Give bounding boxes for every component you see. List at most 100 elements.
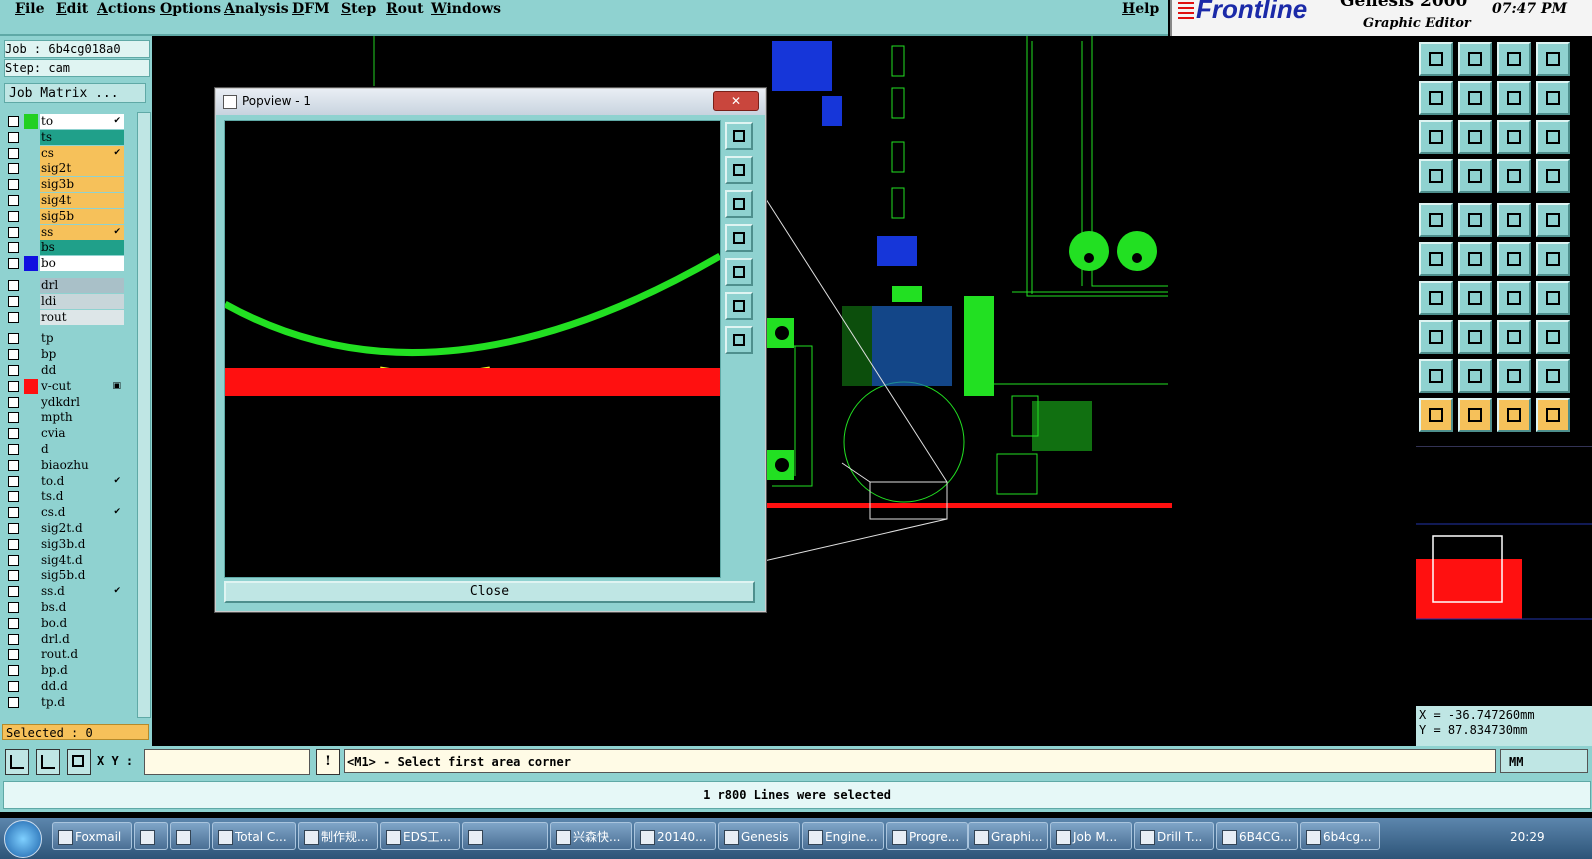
layer-row[interactable]: sig4t bbox=[4, 193, 124, 208]
taskbar-item[interactable]: Genesis bbox=[718, 822, 800, 850]
pop-zoom-in-button[interactable] bbox=[725, 156, 753, 184]
tool-select[interactable] bbox=[1419, 398, 1453, 432]
taskbar-item[interactable]: 6b4cg... bbox=[1300, 822, 1380, 850]
layer-checkbox[interactable] bbox=[8, 147, 19, 159]
layer-checkbox[interactable] bbox=[8, 226, 19, 238]
layer-name[interactable]: sig4t.d bbox=[40, 552, 124, 568]
layer-name[interactable]: dd.d bbox=[40, 679, 124, 694]
layer-checkbox[interactable] bbox=[8, 570, 19, 582]
menu-analysis[interactable]: Analysis bbox=[224, 1, 289, 17]
layer-name[interactable]: bp bbox=[40, 347, 124, 363]
layer-name[interactable]: to ✔ bbox=[40, 114, 124, 129]
layer-name[interactable]: rout.d bbox=[40, 647, 124, 663]
tool-home[interactable] bbox=[1497, 42, 1531, 76]
tool-screen[interactable] bbox=[1536, 42, 1570, 76]
layer-name[interactable]: ydkdrl bbox=[40, 394, 124, 410]
tool-select-2[interactable] bbox=[1458, 398, 1492, 432]
tool-pan-left[interactable] bbox=[1419, 81, 1453, 115]
tool-group[interactable] bbox=[1536, 320, 1570, 354]
tool-triangle[interactable] bbox=[1419, 359, 1453, 393]
layer-row[interactable]: bp.d bbox=[4, 663, 124, 679]
taskbar-item[interactable]: Engine... bbox=[802, 822, 884, 850]
layer-row[interactable]: rout bbox=[4, 309, 124, 325]
tool-center[interactable] bbox=[1458, 120, 1492, 154]
tool-nodes[interactable] bbox=[1419, 320, 1453, 354]
layer-checkbox[interactable] bbox=[8, 380, 19, 392]
pop-fit-button[interactable] bbox=[725, 326, 753, 354]
tool-fit[interactable] bbox=[1419, 120, 1453, 154]
menu-file[interactable]: File bbox=[15, 1, 45, 17]
layer-name[interactable]: ss.d ✔ bbox=[40, 584, 124, 600]
menu-actions[interactable]: Actions bbox=[97, 1, 156, 17]
tool-pointer[interactable] bbox=[1458, 159, 1492, 193]
taskbar-item[interactable] bbox=[134, 822, 168, 850]
close-window-button[interactable]: ✕ bbox=[713, 91, 759, 111]
snap-mode-button[interactable] bbox=[5, 749, 29, 775]
popview-titlebar[interactable]: Popview - 1 ✕ bbox=[216, 89, 765, 115]
layer-row[interactable]: sig2t.d bbox=[4, 521, 124, 536]
layer-name[interactable]: bo.d bbox=[40, 615, 124, 631]
layer-row[interactable]: ydkdrl bbox=[4, 394, 124, 410]
layer-name[interactable]: cs.d ✔ bbox=[40, 505, 124, 521]
layer-checkbox[interactable] bbox=[8, 586, 19, 598]
layer-row[interactable]: ss ✔ bbox=[4, 224, 124, 240]
layer-name[interactable]: tp bbox=[40, 331, 124, 347]
layer-row[interactable]: cs ✔ bbox=[4, 145, 124, 161]
layer-checkbox[interactable] bbox=[8, 602, 19, 613]
start-button[interactable] bbox=[4, 820, 42, 858]
layer-checkbox[interactable] bbox=[8, 195, 19, 206]
tool-triangle-4[interactable] bbox=[1536, 359, 1570, 393]
layer-checkbox[interactable] bbox=[8, 116, 19, 127]
taskbar-item[interactable]: Job M... bbox=[1050, 822, 1132, 850]
layer-checkbox[interactable] bbox=[8, 491, 19, 503]
layer-checkbox[interactable] bbox=[8, 428, 19, 440]
layer-name[interactable]: sig5b bbox=[40, 208, 124, 224]
layer-row[interactable]: dd bbox=[4, 363, 124, 378]
layer-name[interactable]: sig5b.d bbox=[40, 568, 124, 584]
layer-row[interactable]: cs.d ✔ bbox=[4, 505, 124, 521]
taskbar-item[interactable]: Total C... bbox=[212, 822, 296, 850]
layer-name[interactable]: bo bbox=[40, 256, 124, 272]
layer-checkbox[interactable] bbox=[8, 665, 19, 677]
layer-name[interactable]: mpth bbox=[40, 410, 124, 426]
layer-checkbox[interactable] bbox=[8, 311, 19, 323]
layer-checkbox[interactable] bbox=[8, 523, 19, 534]
layer-row[interactable]: sig5b bbox=[4, 208, 124, 224]
taskbar-item[interactable]: 兴森快... bbox=[550, 822, 632, 850]
taskbar-item[interactable]: Drill T... bbox=[1134, 822, 1214, 850]
layer-row[interactable]: ts.d bbox=[4, 489, 124, 505]
layer-name[interactable]: biaozhu bbox=[40, 457, 124, 473]
layer-row[interactable]: bs.d bbox=[4, 600, 124, 615]
layer-row[interactable]: ss.d ✔ bbox=[4, 584, 124, 600]
layer-name[interactable]: bp.d bbox=[40, 663, 124, 679]
taskbar-item[interactable]: 20140... bbox=[634, 822, 716, 850]
layer-row[interactable]: to.d ✔ bbox=[4, 473, 124, 489]
tool-minus[interactable] bbox=[1458, 320, 1492, 354]
layer-checkbox[interactable] bbox=[8, 538, 19, 550]
pop-pan-right-button[interactable] bbox=[725, 258, 753, 286]
layer-row[interactable]: bs bbox=[4, 240, 124, 256]
layer-row[interactable]: dd.d bbox=[4, 679, 124, 694]
taskbar-item[interactable]: Graphi... bbox=[968, 822, 1048, 850]
popview-close-button[interactable]: Close bbox=[224, 581, 755, 603]
tool-line[interactable] bbox=[1458, 203, 1492, 237]
layer-name[interactable]: bs bbox=[40, 240, 124, 256]
tool-select-3[interactable] bbox=[1497, 398, 1531, 432]
menu-step[interactable]: Step bbox=[341, 1, 376, 17]
layer-row[interactable]: sig3b bbox=[4, 177, 124, 193]
tool-zoom-in[interactable] bbox=[1419, 42, 1453, 76]
layer-name[interactable]: sig3b.d bbox=[40, 536, 124, 552]
layer-name[interactable]: cs ✔ bbox=[40, 145, 124, 161]
taskbar-item[interactable]: Progre... bbox=[886, 822, 968, 850]
layer-checkbox[interactable] bbox=[8, 459, 19, 471]
layer-checkbox[interactable] bbox=[8, 210, 19, 222]
layer-row[interactable]: sig5b.d bbox=[4, 568, 124, 584]
taskbar-item[interactable]: 6B4CG... bbox=[1216, 822, 1298, 850]
layer-row[interactable]: biaozhu bbox=[4, 457, 124, 473]
tool-snap[interactable] bbox=[1536, 81, 1570, 115]
layer-checkbox[interactable] bbox=[8, 365, 19, 376]
tool-move-2[interactable] bbox=[1536, 242, 1570, 276]
angle-mode-button[interactable] bbox=[36, 749, 60, 775]
layer-name[interactable]: sig2t bbox=[40, 161, 124, 177]
tool-zoom-out[interactable] bbox=[1458, 42, 1492, 76]
